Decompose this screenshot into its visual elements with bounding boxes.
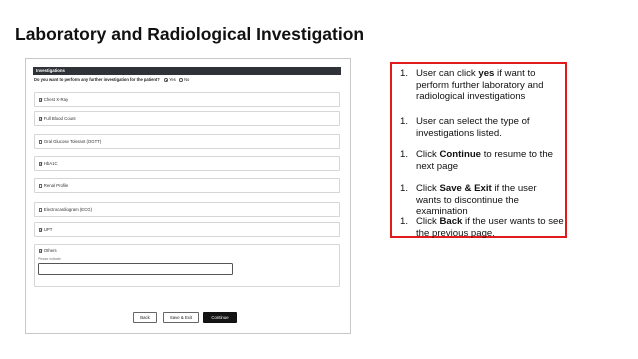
investigation-item-full-blood-count[interactable]: ✔Full Blood Count bbox=[34, 111, 340, 126]
form-screenshot: Investigations Do you want to perform an… bbox=[25, 58, 351, 334]
checkbox[interactable]: ✔ bbox=[39, 228, 43, 232]
item-label: Electrocardiogram (ECG) bbox=[43, 207, 93, 212]
radio-yes-label: Yes bbox=[169, 77, 176, 82]
radio-yes-indicator[interactable] bbox=[164, 78, 168, 82]
radio-yes[interactable]: Yes bbox=[164, 77, 176, 82]
investigation-item-renal-profile[interactable]: Renal Profile bbox=[34, 178, 340, 193]
item-label: Full Blood Count bbox=[43, 116, 76, 121]
checkbox[interactable] bbox=[39, 184, 43, 188]
checkbox[interactable] bbox=[39, 140, 43, 144]
investigation-item-ogtt[interactable]: Oral Glucose Tolerant (OGTT) bbox=[34, 134, 340, 149]
others-specify-label: Please indicate bbox=[38, 257, 61, 261]
investigation-item-upt[interactable]: ✔UPT bbox=[34, 222, 340, 237]
slide-title: Laboratory and Radiological Investigatio… bbox=[15, 24, 365, 44]
checkbox[interactable] bbox=[39, 208, 43, 212]
instructions-box: 1. User can click yes if want to perform… bbox=[390, 62, 567, 239]
radio-no-indicator[interactable] bbox=[179, 78, 183, 82]
radio-no-label: No bbox=[184, 77, 190, 82]
item-label: Renal Profile bbox=[43, 183, 69, 188]
back-button[interactable]: Back bbox=[133, 312, 157, 323]
checkbox[interactable]: ✔ bbox=[39, 98, 43, 102]
checkbox[interactable]: ✔ bbox=[39, 117, 43, 121]
save-exit-button[interactable]: Save & Exit bbox=[163, 312, 199, 323]
item-label: HbA1C bbox=[43, 161, 58, 166]
investigation-question: Do you want to perform any further inves… bbox=[34, 77, 160, 82]
investigation-item-chest-xray[interactable]: ✔Chest X-Ray bbox=[34, 92, 340, 107]
item-label: Oral Glucose Tolerant (OGTT) bbox=[43, 139, 102, 144]
continue-button[interactable]: Continue bbox=[203, 312, 237, 323]
investigation-item-hba1c[interactable]: ✔HbA1C bbox=[34, 156, 340, 171]
checkbox[interactable]: ✔ bbox=[39, 162, 43, 166]
item-label: UPT bbox=[43, 227, 53, 232]
investigation-item-ecg[interactable]: Electrocardiogram (ECG) bbox=[34, 202, 340, 217]
item-label: Chest X-Ray bbox=[43, 97, 69, 102]
checkbox[interactable]: ✔ bbox=[39, 249, 43, 253]
radio-no[interactable]: No bbox=[179, 77, 189, 82]
item-label: Others bbox=[43, 248, 57, 253]
section-header: Investigations bbox=[33, 67, 341, 75]
others-specify-input[interactable] bbox=[38, 263, 233, 275]
investigation-item-others[interactable]: ✔Others Please indicate bbox=[34, 244, 340, 287]
